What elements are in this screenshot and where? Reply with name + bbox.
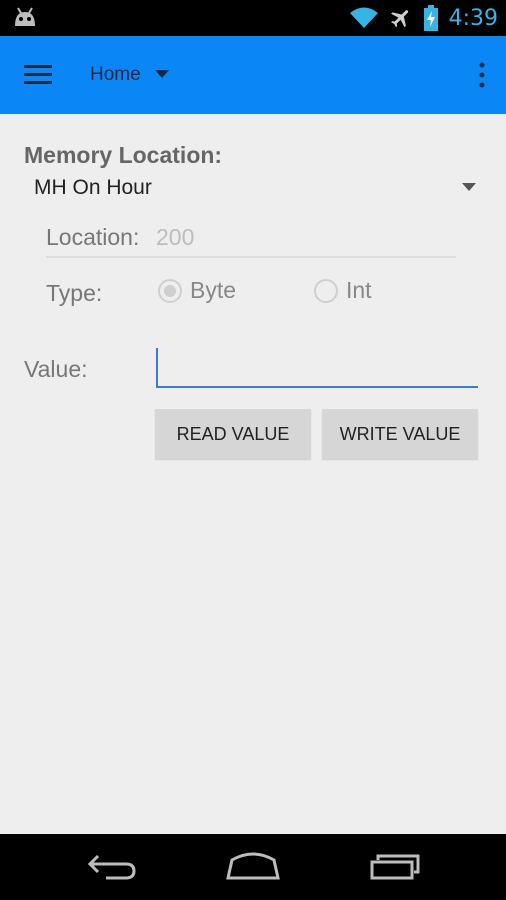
airplane-mode-icon bbox=[390, 10, 408, 28]
memory-location-value: MH On Hour bbox=[34, 176, 152, 199]
home-nav-dropdown[interactable]: Home bbox=[90, 64, 169, 86]
location-label: Location: bbox=[46, 224, 140, 250]
radio-unselected-icon bbox=[314, 278, 338, 303]
read-value-button[interactable]: READ VALUE bbox=[155, 409, 311, 459]
back-icon[interactable] bbox=[84, 846, 140, 886]
navigation-bar bbox=[0, 834, 506, 900]
value-label: Value: bbox=[24, 356, 88, 382]
overflow-menu-icon[interactable] bbox=[476, 60, 488, 90]
hamburger-menu-icon[interactable] bbox=[24, 62, 54, 88]
memory-location-spinner[interactable]: MH On Hour bbox=[24, 172, 482, 206]
action-bar: Home bbox=[0, 36, 506, 114]
spinner-arrow-icon bbox=[462, 183, 476, 191]
radio-byte-label: Byte bbox=[190, 277, 237, 303]
battery-charging-icon bbox=[423, 5, 438, 31]
status-clock: 4:39 bbox=[448, 5, 498, 31]
location-value: 200 bbox=[156, 224, 195, 250]
status-bar: 4:39 bbox=[0, 0, 506, 36]
location-underline bbox=[46, 256, 456, 258]
type-label: Type: bbox=[46, 280, 103, 306]
action-bar-title: Home bbox=[90, 64, 141, 85]
wifi-icon bbox=[349, 7, 378, 28]
value-input[interactable] bbox=[156, 348, 478, 388]
radio-selected-icon bbox=[158, 278, 182, 303]
radio-int-label: Int bbox=[346, 277, 372, 303]
android-robot-icon bbox=[15, 7, 35, 26]
dropdown-triangle-icon bbox=[154, 70, 169, 78]
radio-byte[interactable]: Byte bbox=[158, 277, 236, 304]
home-icon[interactable] bbox=[224, 846, 282, 886]
recent-apps-icon[interactable] bbox=[368, 846, 424, 886]
radio-int[interactable]: Int bbox=[314, 277, 372, 304]
memory-location-label: Memory Location: bbox=[24, 142, 223, 168]
write-value-button[interactable]: WRITE VALUE bbox=[322, 409, 478, 459]
